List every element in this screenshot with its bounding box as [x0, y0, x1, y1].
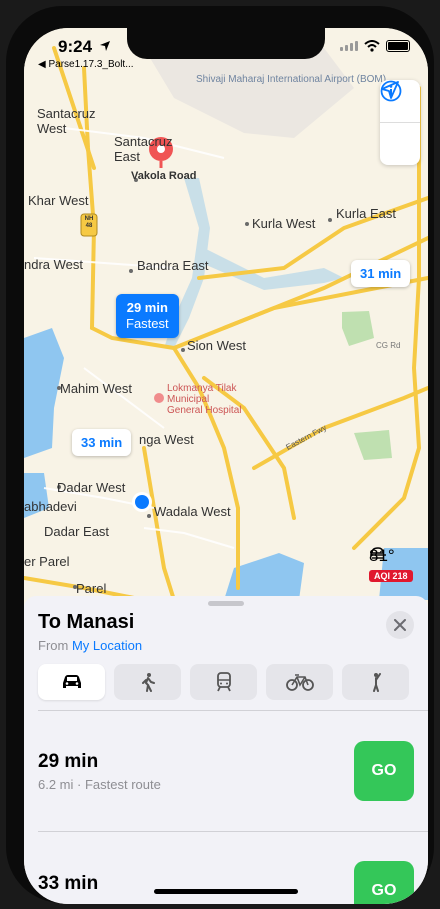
map-label-bandra-east: Bandra East [137, 258, 209, 273]
mode-walk[interactable] [114, 664, 181, 700]
map-label-parel: Parel [76, 581, 107, 596]
map-label-prabhadevi: abhadevi [24, 499, 77, 514]
sheet-divider [38, 710, 428, 711]
haze-icon [370, 547, 386, 559]
route-divider [38, 831, 428, 832]
back-to-app-link[interactable]: ◀ Parse1.17.3_Bolt... [38, 59, 134, 70]
map-label-bandra-west: ndra West [24, 257, 84, 272]
route-bubble-fastest-label: Fastest [126, 316, 169, 331]
map-label-matunga-west: nga West [139, 432, 194, 447]
map-controls [380, 80, 420, 165]
map-label-khar-west: Khar West [28, 193, 89, 208]
mode-ride[interactable] [342, 664, 409, 700]
cellular-signal-icon [340, 41, 358, 51]
location-services-icon [99, 41, 110, 51]
mode-cycle[interactable] [266, 664, 333, 700]
map-label-dadar-east: Dadar East [44, 524, 110, 539]
home-indicator [154, 889, 298, 894]
map-label-kurla-east: Kurla East [336, 206, 396, 221]
from-prefix: From [38, 638, 69, 653]
route-option-2[interactable]: 33 min GO [38, 861, 414, 904]
mode-transit[interactable] [190, 664, 257, 700]
map-label-santacruz-west: Santacruz West [37, 106, 96, 136]
sheet-grabber[interactable] [208, 601, 244, 606]
map-label-hospital: Lokmanya Tilak Municipal General Hospita… [167, 383, 242, 416]
route-bubble-fastest-time: 29 min [126, 300, 168, 315]
map-label-santacruz-east: Santacruz East [114, 134, 173, 164]
close-button[interactable] [386, 611, 414, 639]
nh48-shield-label: NH 48 [84, 216, 94, 229]
walk-icon [141, 673, 155, 692]
hail-ride-icon [372, 673, 381, 692]
from-location-link[interactable]: My Location [72, 638, 142, 653]
screen: Shivaji Maharaj International Airport (B… [24, 28, 428, 904]
wifi-icon [364, 40, 380, 52]
status-time-text: 9:24 [58, 37, 93, 56]
route-bubble-33[interactable]: 33 min [72, 429, 132, 456]
map-label-lower-parel: er Parel [24, 554, 70, 569]
route-1-go-button[interactable]: GO [354, 741, 414, 801]
mode-drive[interactable] [38, 664, 105, 700]
train-icon [216, 672, 231, 692]
map-label-vakola-road: Vakola Road [131, 170, 197, 182]
bicycle-icon [285, 674, 314, 691]
battery-icon [386, 40, 410, 52]
location-button[interactable] [380, 81, 420, 165]
status-time: 9:24 [58, 37, 111, 57]
map-label-mahim-west: Mahim West [60, 381, 132, 396]
location-arrow-icon [381, 81, 399, 99]
from-line: From My Location [38, 638, 142, 653]
map-label-airport: Shivaji Maharaj International Airport (B… [196, 74, 387, 85]
directions-sheet: To Manasi From My Location 29 min 6.2 mi… [24, 596, 428, 904]
destination-title: To Manasi [38, 611, 135, 633]
route-2-go-button[interactable]: GO [354, 861, 414, 904]
notch [127, 28, 325, 59]
route-option-1[interactable]: 29 min 6.2 mi · Fastest route GO [38, 741, 414, 801]
route-bubble-31[interactable]: 31 min [351, 260, 411, 287]
map-label-sion-west: Sion West [187, 338, 247, 353]
map-label-kurla-west: Kurla West [252, 216, 316, 231]
phone-body: Shivaji Maharaj International Airport (B… [6, 6, 434, 904]
weather-widget: 81° AQI 218 [369, 546, 413, 584]
map-label-dadar-west: Dadar West [57, 480, 126, 495]
status-icons [340, 40, 410, 52]
map-view[interactable]: Shivaji Maharaj International Airport (B… [24, 28, 428, 600]
route-bubble-fastest[interactable]: 29 min Fastest [116, 294, 179, 338]
map-label-wadala-west: Wadala West [154, 504, 231, 519]
transport-mode-selector [38, 664, 409, 700]
close-icon [394, 619, 406, 631]
device-frame: Shivaji Maharaj International Airport (B… [0, 0, 440, 909]
map-label-cg-rd: CG Rd [376, 341, 401, 350]
car-icon [62, 675, 81, 688]
aqi-badge: AQI 218 [369, 570, 413, 582]
